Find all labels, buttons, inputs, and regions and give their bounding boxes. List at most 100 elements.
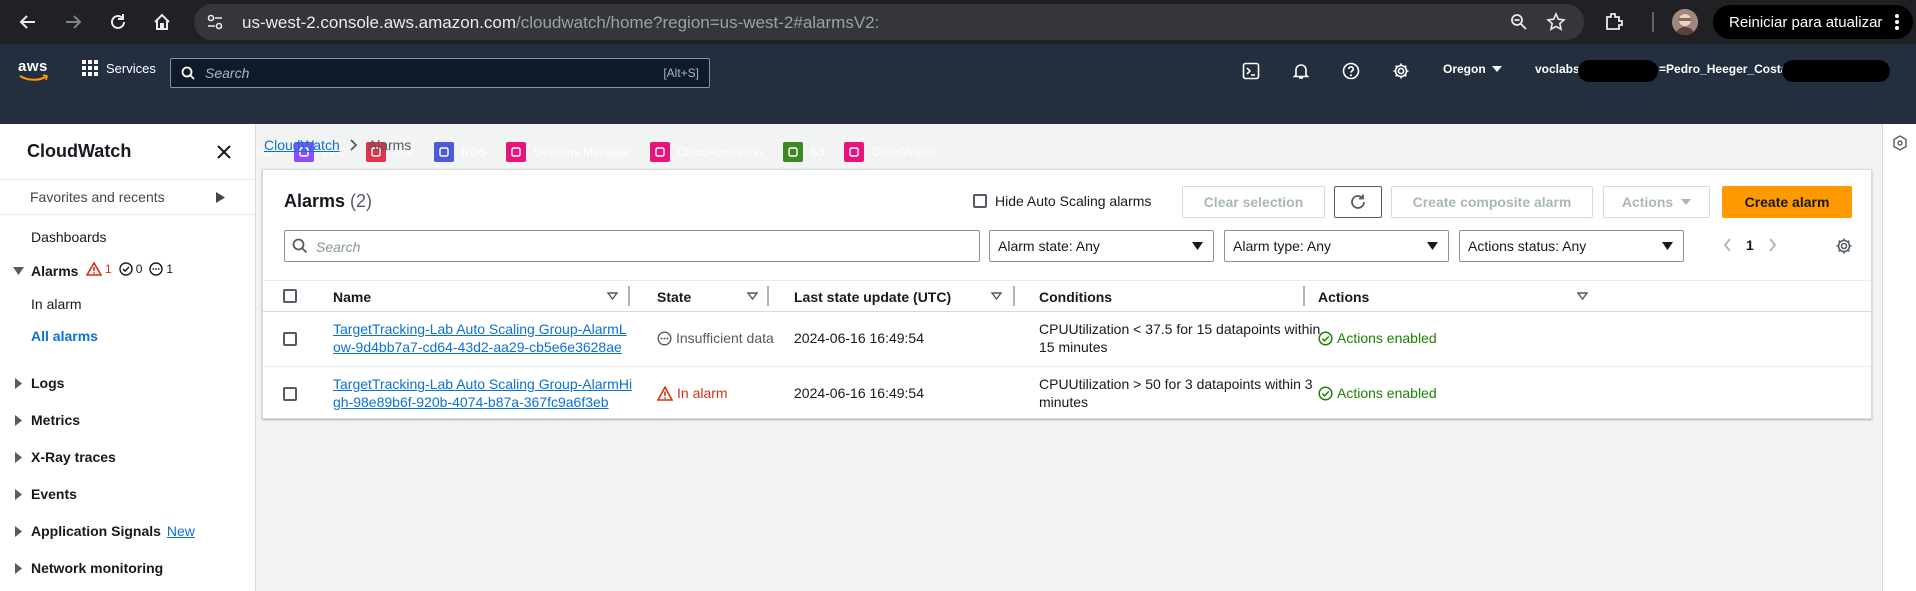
sidebar-item-in-alarm[interactable]: In alarm xyxy=(31,296,82,312)
breadcrumb-cloudwatch-link[interactable]: CloudWatch xyxy=(264,137,340,153)
create-alarm-button[interactable]: Create alarm xyxy=(1722,186,1852,218)
address-bar[interactable]: us-west-2.console.aws.amazon.com/cloudwa… xyxy=(194,4,1584,40)
column-header-actions[interactable]: Actions xyxy=(1318,289,1369,305)
more-menu-icon[interactable] xyxy=(1895,13,1899,31)
caret-right-icon[interactable] xyxy=(15,415,22,426)
sidebar-item-metrics[interactable]: Metrics xyxy=(31,412,80,428)
row-checkbox[interactable] xyxy=(283,387,297,401)
in-alarm-count: 1 xyxy=(105,262,112,276)
caret-right-icon[interactable] xyxy=(15,489,22,500)
notifications-bell-icon[interactable] xyxy=(1292,62,1310,80)
alarm-type-filter[interactable]: Alarm type: Any xyxy=(1224,230,1449,262)
column-divider[interactable] xyxy=(628,286,630,306)
actions-dropdown-button[interactable]: Actions xyxy=(1603,186,1710,218)
column-divider[interactable] xyxy=(767,286,769,306)
url-text: us-west-2.console.aws.amazon.com/cloudwa… xyxy=(242,13,879,33)
alarm-search-box[interactable] xyxy=(284,230,980,262)
sort-caret-icon[interactable] xyxy=(607,292,618,300)
favorites-and-recents[interactable]: Favorites and recents xyxy=(0,179,255,215)
favorite-systems-manager[interactable]: Systems Manager xyxy=(506,142,630,162)
column-header-last-update[interactable]: Last state update (UTC) xyxy=(794,289,951,305)
sort-caret-icon[interactable] xyxy=(747,292,758,300)
table-preferences-gear-icon[interactable] xyxy=(1835,237,1853,255)
forward-icon[interactable] xyxy=(53,0,93,44)
hide-autoscaling-label: Hide Auto Scaling alarms xyxy=(995,193,1152,209)
actions-status-label: Actions enabled xyxy=(1337,330,1437,346)
column-header-name[interactable]: Name xyxy=(333,289,371,305)
alarm-search-input[interactable] xyxy=(316,238,916,256)
alarm-name-link[interactable]: TargetTracking-Lab Auto Scaling Group-Al… xyxy=(333,320,633,356)
column-divider[interactable] xyxy=(1013,286,1015,306)
back-icon[interactable] xyxy=(8,0,48,44)
sidebar-item-xray-traces[interactable]: X-Ray traces xyxy=(31,449,116,465)
info-panel-icon[interactable] xyxy=(1892,135,1908,151)
alarm-conditions: CPUUtilization > 50 for 3 datapoints wit… xyxy=(1039,376,1313,410)
alarm-state-filter[interactable]: Alarm state: Any xyxy=(989,230,1214,262)
bookmark-star-icon[interactable] xyxy=(1546,12,1566,32)
rds-icon xyxy=(434,142,455,162)
chevron-right-icon[interactable] xyxy=(1768,238,1777,252)
extensions-icon[interactable] xyxy=(1603,10,1625,32)
insufficient-count: 1 xyxy=(166,262,174,276)
caret-right-icon[interactable] xyxy=(15,563,22,574)
redaction-mark xyxy=(1578,60,1658,82)
caret-right-icon[interactable] xyxy=(15,452,22,463)
sidebar-item-alarms[interactable]: Alarms xyxy=(31,263,78,279)
services-menu-button[interactable]: Services xyxy=(82,60,156,76)
caret-down-icon[interactable] xyxy=(13,267,24,275)
alarms-count: (2) xyxy=(350,191,373,211)
sidebar-item-events[interactable]: Events xyxy=(31,486,77,502)
close-icon[interactable] xyxy=(216,144,232,160)
aws-logo[interactable]: aws xyxy=(18,58,48,81)
site-info-icon[interactable] xyxy=(206,13,224,31)
row-checkbox[interactable] xyxy=(283,332,297,346)
sidebar-item-all-alarms[interactable]: All alarms xyxy=(31,328,98,344)
browser-toolbar: us-west-2.console.aws.amazon.com/cloudwa… xyxy=(0,0,1916,44)
cloudshell-icon[interactable] xyxy=(1242,62,1260,80)
favorite-label: Systems Manager xyxy=(533,145,631,159)
column-divider[interactable] xyxy=(1303,286,1305,306)
profile-avatar[interactable] xyxy=(1672,9,1698,35)
restart-to-update-button[interactable]: Reiniciar para atualizar xyxy=(1713,5,1913,39)
sidebar-item-network-monitoring[interactable]: Network monitoring xyxy=(31,560,163,576)
alarm-name-link[interactable]: TargetTracking-Lab Auto Scaling Group-Al… xyxy=(333,375,633,411)
favorite-cloudwatch[interactable]: CloudWatch xyxy=(844,142,936,162)
column-header-state[interactable]: State xyxy=(657,289,691,305)
caret-right-icon[interactable] xyxy=(15,378,22,389)
hide-autoscaling-toggle[interactable]: Hide Auto Scaling alarms xyxy=(973,193,1151,209)
account-menu[interactable]: voclabs/us=Pedro_Heeger_Costa @ xyxy=(1535,62,1802,76)
sidebar-item-dashboards[interactable]: Dashboards xyxy=(31,229,107,245)
create-composite-alarm-button[interactable]: Create composite alarm xyxy=(1391,186,1593,218)
actions-status: Actions enabled xyxy=(1318,385,1437,401)
current-page-number[interactable]: 1 xyxy=(1746,237,1754,253)
region-selector[interactable]: Oregon xyxy=(1443,62,1502,76)
clear-selection-button[interactable]: Clear selection xyxy=(1182,186,1325,218)
favorite-cloudformation[interactable]: CloudFormation xyxy=(650,142,763,162)
home-icon[interactable] xyxy=(142,0,182,44)
favorite-rds[interactable]: RDS xyxy=(434,142,486,162)
sidebar-item-logs[interactable]: Logs xyxy=(31,375,64,391)
chevron-left-icon[interactable] xyxy=(1723,238,1732,252)
refresh-button[interactable] xyxy=(1334,186,1382,218)
caret-right-icon[interactable] xyxy=(15,526,22,537)
alarm-state-label: In alarm xyxy=(677,385,728,401)
actions-status-filter[interactable]: Actions status: Any xyxy=(1459,230,1684,262)
sort-caret-icon[interactable] xyxy=(1577,292,1588,300)
grid-icon xyxy=(82,60,98,76)
alarms-title: Alarms xyxy=(284,191,346,211)
check-circle-icon xyxy=(118,262,133,276)
select-all-checkbox[interactable] xyxy=(283,289,297,303)
hide-autoscaling-checkbox[interactable] xyxy=(973,194,987,208)
actions-status: Actions enabled xyxy=(1318,330,1437,346)
reload-icon[interactable] xyxy=(98,0,138,44)
sidebar-item-application-signals[interactable]: Application Signals New xyxy=(31,523,195,539)
help-icon[interactable] xyxy=(1342,62,1360,80)
settings-gear-icon[interactable] xyxy=(1392,62,1410,80)
aws-search-input[interactable] xyxy=(205,64,605,82)
aws-search-box[interactable]: [Alt+S] xyxy=(170,58,710,88)
column-header-conditions[interactable]: Conditions xyxy=(1039,289,1112,305)
favorite-s3[interactable]: S3 xyxy=(782,142,824,162)
zoom-icon[interactable] xyxy=(1510,13,1528,31)
new-tag[interactable]: New xyxy=(167,523,195,539)
sort-caret-icon[interactable] xyxy=(991,292,1002,300)
